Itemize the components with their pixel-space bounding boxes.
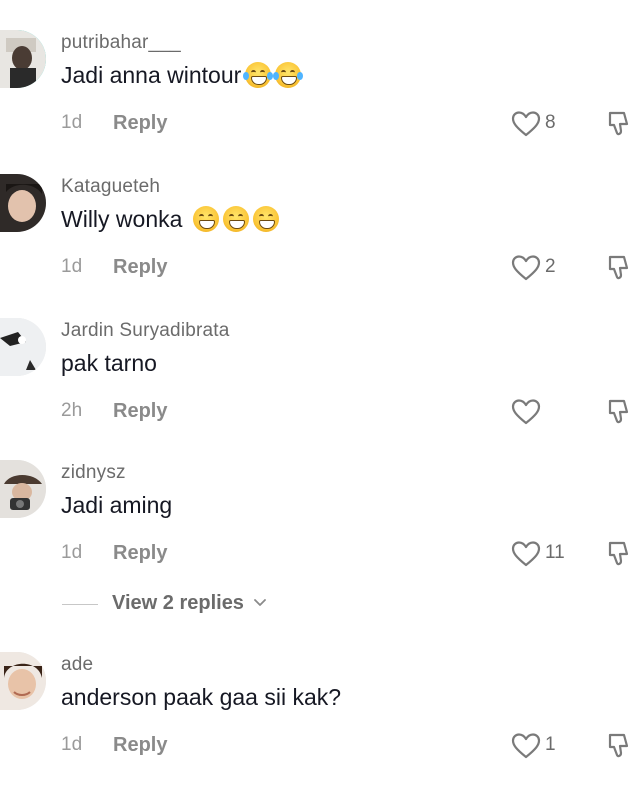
view-replies-divider [62,604,98,605]
like-count: 11 [545,542,565,563]
comment-timestamp: 1d [61,542,83,563]
avatar-image [0,460,46,518]
comment-item: ade anderson paak gaa sii kak? 1d Reply … [0,652,630,792]
reply-button[interactable]: Reply [113,400,167,423]
thumbs-down-outline-icon[interactable] [606,732,630,760]
avatar[interactable] [0,652,46,710]
comment-username[interactable]: ade [61,654,93,676]
comment-item: zidnysz Jadi aming 1d Reply 11 [0,460,630,600]
comment-text: anderson paak gaa sii kak? [61,684,341,711]
heart-outline-icon[interactable] [511,254,541,282]
heart-outline-icon[interactable] [511,110,541,138]
like-count: 1 [545,734,556,755]
comment-username[interactable]: Katagueteh [61,176,160,198]
avatar-image [0,174,46,232]
comment-text-body: pak tarno [61,350,157,376]
comment-username[interactable]: zidnysz [61,462,126,484]
reply-button[interactable]: Reply [113,734,167,757]
comment-username[interactable]: putribahar___ [61,32,181,54]
comment-timestamp: 1d [61,734,83,755]
thumbs-down-outline-icon[interactable] [606,540,630,568]
comment-text: Jadi aming [61,492,172,519]
avatar-image [0,318,46,376]
like-count: 8 [545,112,556,133]
view-replies-button[interactable]: View 2 replies [0,590,630,620]
comment-text-body: anderson paak gaa sii kak? [61,684,342,710]
comment-text-body: Jadi aming [61,492,173,518]
thumbs-down-outline-icon[interactable] [606,110,630,138]
grinning-face-icon [222,206,249,232]
comment-text-body: Willy wonka [61,206,183,232]
comment-text-body: Jadi anna wintour [61,62,242,88]
heart-outline-icon[interactable] [511,398,541,426]
comment-text: pak tarno [61,350,157,377]
comment-item: Katagueteh Willy wonka 1d Reply 2 [0,174,630,314]
comment-text: Willy wonka [61,206,279,233]
avatar[interactable] [0,318,46,376]
avatar-image [0,30,46,88]
thumbs-down-outline-icon[interactable] [606,254,630,282]
face-with-tears-of-joy-icon [273,62,304,88]
chevron-down-icon [254,599,266,606]
comment-timestamp: 2h [61,400,83,421]
thumbs-down-outline-icon[interactable] [606,398,630,426]
grinning-face-icon [192,206,219,232]
comment-timestamp: 1d [61,112,83,133]
grinning-face-icon [252,206,279,232]
heart-outline-icon[interactable] [511,540,541,568]
comment-text: Jadi anna wintour [61,62,304,89]
comment-username[interactable]: Jardin Suryadibrata [61,320,230,342]
avatar-image [0,652,46,710]
reply-button[interactable]: Reply [113,112,167,135]
comment-timestamp: 1d [61,256,83,277]
like-count: 2 [545,256,556,277]
view-replies-label: View 2 replies [112,592,244,614]
avatar[interactable] [0,174,46,232]
reply-button[interactable]: Reply [113,542,167,565]
reply-button[interactable]: Reply [113,256,167,279]
comment-item: Jardin Suryadibrata pak tarno 2h Reply [0,318,630,458]
comment-item: putribahar___ Jadi anna wintour 1d Reply… [0,30,630,170]
face-with-tears-of-joy-icon [243,62,274,88]
heart-outline-icon[interactable] [511,732,541,760]
avatar[interactable] [0,460,46,518]
avatar[interactable] [0,30,46,88]
